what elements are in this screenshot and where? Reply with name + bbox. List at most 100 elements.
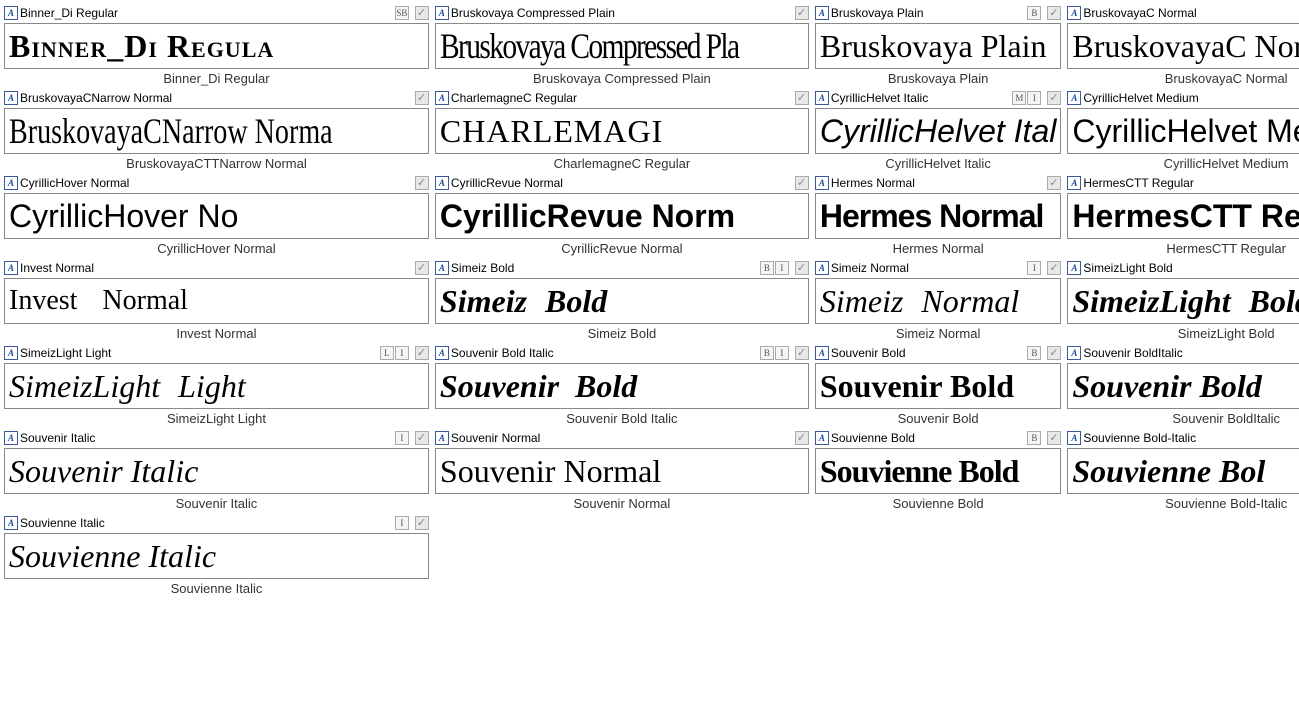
font-card-header: AHermes Normal: [815, 174, 1061, 192]
font-preview-box[interactable]: Simeiz Bold: [435, 278, 809, 324]
font-card[interactable]: AHermes NormalHermes NormalHermes Normal: [815, 174, 1061, 257]
font-checkbox[interactable]: [1047, 91, 1061, 105]
font-card-header: ASimeizLight LightLI: [4, 344, 429, 362]
font-type-icon: A: [1067, 6, 1081, 20]
font-card[interactable]: ACyrillicHelvet ItalicMICyrillicHelvet I…: [815, 89, 1061, 172]
font-checkbox[interactable]: [1047, 261, 1061, 275]
font-checkbox[interactable]: [415, 431, 429, 445]
font-preview-text: SimeizLight Light: [9, 370, 246, 402]
font-checkbox[interactable]: [1047, 431, 1061, 445]
font-preview-text: SimeizLight Bold: [1072, 285, 1299, 317]
font-preview-box[interactable]: Souvenir Normal: [435, 448, 809, 494]
font-preview-box[interactable]: Souvenir Bold: [815, 363, 1061, 409]
font-checkbox[interactable]: [795, 431, 809, 445]
font-name-label: Souvenir Normal: [451, 431, 787, 445]
font-card-header: ASouvenir BoldB: [815, 344, 1061, 362]
font-type-icon: A: [435, 176, 449, 190]
font-preview-text: Simeiz Bold: [440, 285, 607, 317]
font-preview-box[interactable]: Souvenir Italic: [4, 448, 429, 494]
font-preview-box[interactable]: Souvienne Italic: [4, 533, 429, 579]
font-preview-box[interactable]: BruskovayaCNarrow Norma: [4, 108, 429, 154]
font-preview-box[interactable]: CyrillicHelvet Ital: [815, 108, 1061, 154]
font-checkbox[interactable]: [795, 91, 809, 105]
font-preview-box[interactable]: Souvienne Bold: [815, 448, 1061, 494]
style-badge: B: [1027, 6, 1041, 20]
font-preview-box[interactable]: Simeiz Normal: [815, 278, 1061, 324]
font-checkbox[interactable]: [795, 261, 809, 275]
font-card[interactable]: ABruskovaya Compressed PlainBruskovaya C…: [435, 4, 809, 87]
font-preview-box[interactable]: Souvienne Bol: [1067, 448, 1299, 494]
font-preview-box[interactable]: CyrillicHelvet Me: [1067, 108, 1299, 154]
font-checkbox[interactable]: [415, 91, 429, 105]
font-card[interactable]: ASouvienne ItalicISouvienne ItalicSouvie…: [4, 514, 429, 597]
font-preview-text: BruskovayaCNarrow Norma: [9, 113, 333, 149]
style-badges: B: [1027, 6, 1041, 20]
style-badges: B: [1027, 346, 1041, 360]
font-card[interactable]: ASouvenir ItalicISouvenir ItalicSouvenir…: [4, 429, 429, 512]
font-preview-box[interactable]: CyrillicRevue Norm: [435, 193, 809, 239]
font-preview-box[interactable]: CyrillicHover No: [4, 193, 429, 239]
style-badge: B: [760, 261, 774, 275]
font-preview-box[interactable]: Hermes Normal: [815, 193, 1061, 239]
font-card[interactable]: ASouvenir NormalSouvenir NormalSouvenir …: [435, 429, 809, 512]
font-preview-text: Souvenir Normal: [440, 455, 661, 487]
font-card[interactable]: ABruskovaya PlainBBruskovaya PlainBrusko…: [815, 4, 1061, 87]
font-card[interactable]: ASouvenir Bold ItalicBISouvenir BoldSouv…: [435, 344, 809, 427]
font-grid: ABinner_Di RegularSBBinner_Di RegulaBinn…: [4, 4, 1295, 599]
font-card[interactable]: ASimeiz BoldBISimeiz BoldSimeiz Bold: [435, 259, 809, 342]
font-preview-text: Souvienne Bold: [820, 455, 1019, 487]
font-preview-box[interactable]: Souvenir Bold: [435, 363, 809, 409]
font-type-icon: A: [435, 91, 449, 105]
font-card[interactable]: ASouvienne Bold-ItalicBISouvienne BolSou…: [1067, 429, 1299, 512]
font-card[interactable]: ACyrillicHelvet MediumCyrillicHelvet MeC…: [1067, 89, 1299, 172]
font-caption: CharlemagneC Regular: [435, 156, 809, 172]
font-name-label: Souvienne Italic: [20, 516, 393, 530]
font-checkbox[interactable]: [795, 346, 809, 360]
font-checkbox[interactable]: [795, 6, 809, 20]
font-type-icon: A: [435, 431, 449, 445]
font-preview-box[interactable]: Invest Normal: [4, 278, 429, 324]
font-card[interactable]: ASouvenir BoldBSouvenir Bold Souvenir Bol…: [815, 344, 1061, 427]
font-checkbox[interactable]: [415, 6, 429, 20]
font-card[interactable]: ABinner_Di RegularSBBinner_Di RegulaBinn…: [4, 4, 429, 87]
font-checkbox[interactable]: [415, 346, 429, 360]
font-card[interactable]: ASouvienne BoldBSouvienne BoldSouvienne …: [815, 429, 1061, 512]
font-card[interactable]: ASimeizLight BoldBISimeizLight BoldSimei…: [1067, 259, 1299, 342]
font-preview-box[interactable]: BruskovayaC Norm: [1067, 23, 1299, 69]
font-preview-box[interactable]: HermesCTT Regular: [1067, 193, 1299, 239]
font-checkbox[interactable]: [415, 261, 429, 275]
font-name-label: Souvenir Bold: [831, 346, 1025, 360]
font-card[interactable]: ABruskovayaC NormalBruskovayaC NormBrusk…: [1067, 4, 1299, 87]
font-name-label: SimeizLight Light: [20, 346, 378, 360]
font-preview-box[interactable]: Bruskovaya Compressed Pla: [435, 23, 809, 69]
font-name-label: Bruskovaya Compressed Plain: [451, 6, 787, 20]
font-checkbox[interactable]: [795, 176, 809, 190]
font-card[interactable]: ACyrillicHover NormalCyrillicHover NoCyr…: [4, 174, 429, 257]
font-type-icon: A: [1067, 261, 1081, 275]
font-card-header: ASouvenir BoldItalicBI: [1067, 344, 1299, 362]
font-card[interactable]: AHermesCTT RegularHermesCTT RegularHerme…: [1067, 174, 1299, 257]
font-card[interactable]: ABruskovayaCNarrow NormalBruskovayaCNarr…: [4, 89, 429, 172]
font-card[interactable]: ASimeizLight LightLISimeizLight LightSim…: [4, 344, 429, 427]
font-checkbox[interactable]: [415, 176, 429, 190]
style-badge: M: [1012, 91, 1026, 105]
font-card[interactable]: ACyrillicRevue NormalCyrillicRevue NormC…: [435, 174, 809, 257]
font-preview-text: CyrillicHover No: [9, 200, 238, 232]
font-preview-box[interactable]: SimeizLight Light: [4, 363, 429, 409]
font-caption: Simeiz Normal: [815, 326, 1061, 342]
font-preview-box[interactable]: Binner_Di Regula: [4, 23, 429, 69]
font-checkbox[interactable]: [1047, 6, 1061, 20]
font-card[interactable]: AInvest NormalInvest NormalInvest Normal: [4, 259, 429, 342]
font-preview-box[interactable]: Bruskovaya Plain: [815, 23, 1061, 69]
font-card[interactable]: ASouvenir BoldItalicBISouvenir Bold Souve…: [1067, 344, 1299, 427]
font-checkbox[interactable]: [1047, 346, 1061, 360]
font-card[interactable]: ACharlemagneC RegularCHARLEMAGICharlemag…: [435, 89, 809, 172]
font-name-label: Souvenir BoldItalic: [1083, 346, 1299, 360]
font-preview-box[interactable]: Souvenir Bold: [1067, 363, 1299, 409]
font-card[interactable]: ASimeiz NormalISimeiz NormalSimeiz Norma…: [815, 259, 1061, 342]
font-preview-box[interactable]: CHARLEMAGI: [435, 108, 809, 154]
font-checkbox[interactable]: [1047, 176, 1061, 190]
style-badges: BI: [760, 346, 789, 360]
font-checkbox[interactable]: [415, 516, 429, 530]
font-preview-box[interactable]: SimeizLight Bold: [1067, 278, 1299, 324]
